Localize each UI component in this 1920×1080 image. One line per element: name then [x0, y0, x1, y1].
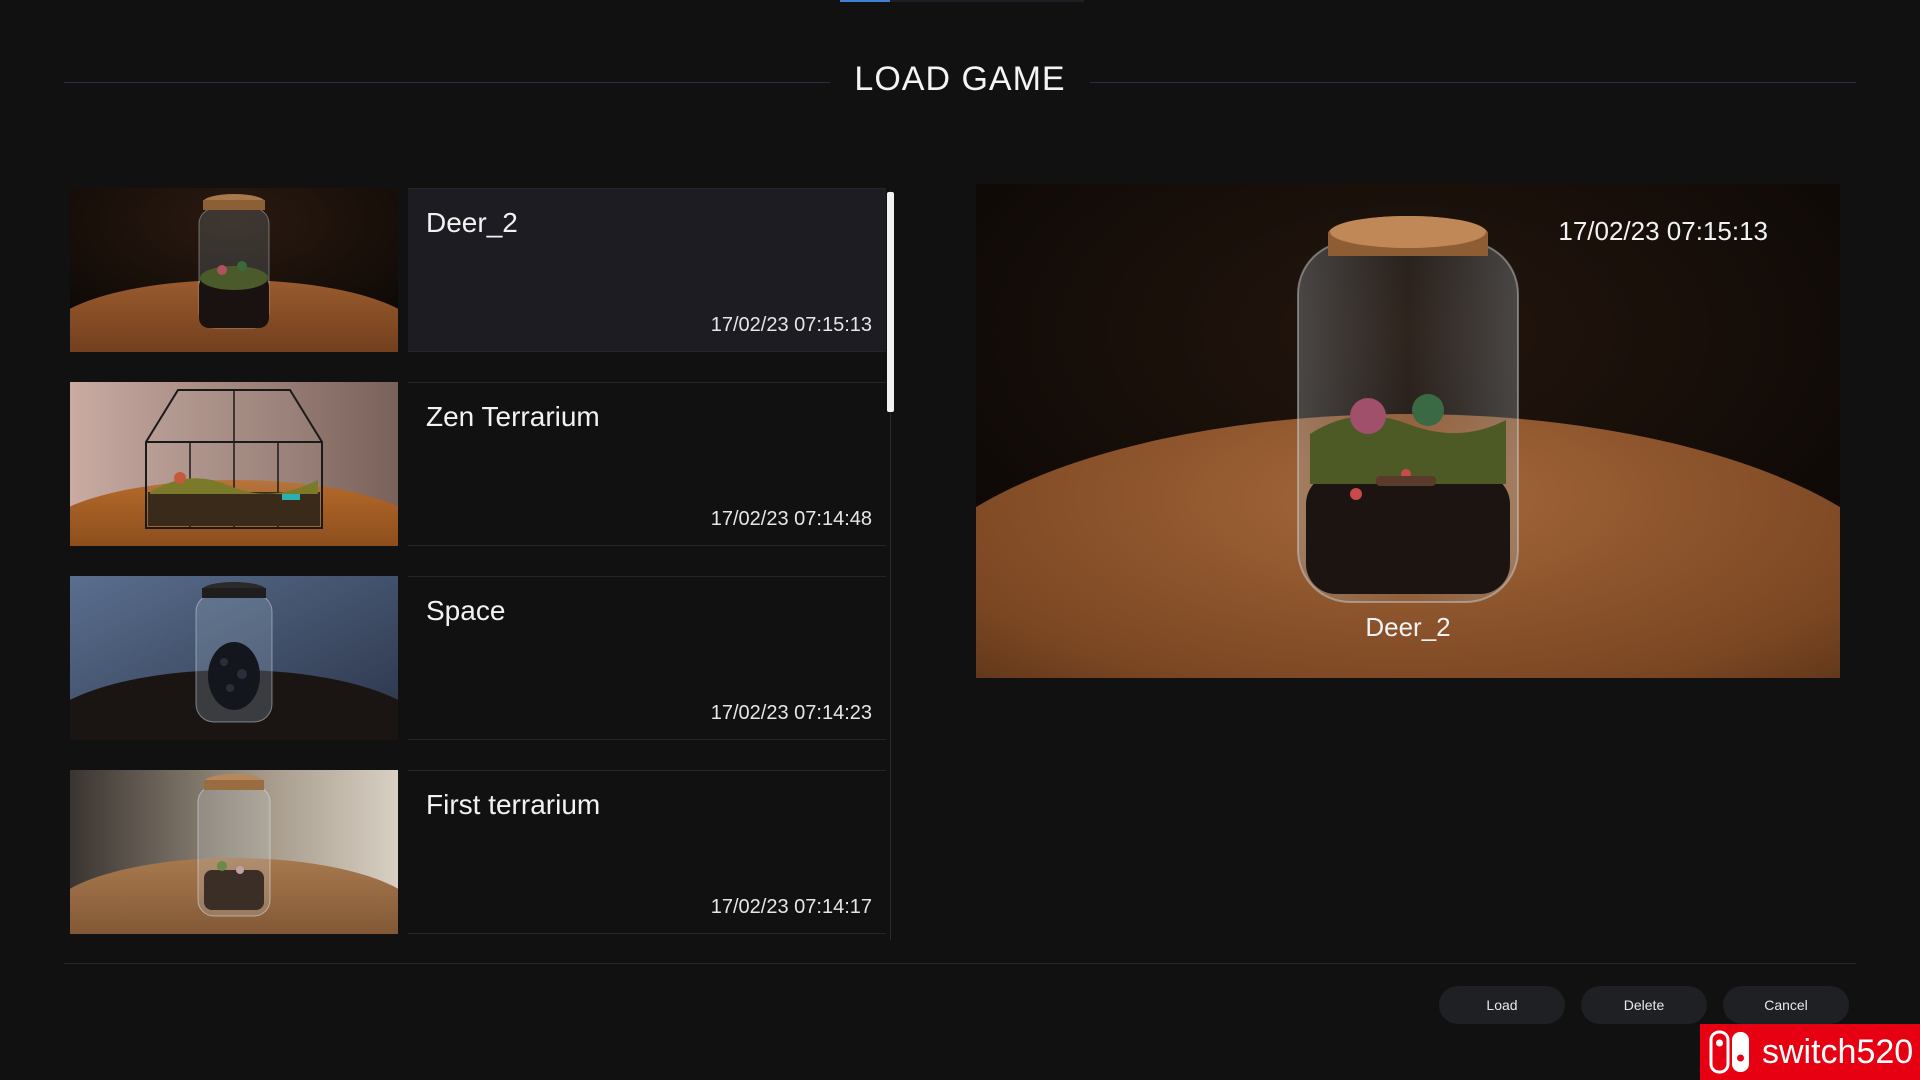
preview-image: [976, 184, 1840, 678]
save-slot[interactable]: First terrarium 17/02/23 07:14:17: [70, 770, 886, 934]
save-date: 17/02/23 07:15:13: [710, 314, 872, 336]
save-slot-info[interactable]: Zen Terrarium 17/02/23 07:14:48: [408, 382, 886, 546]
header-divider-right: [1090, 82, 1856, 83]
preview-name: Deer_2: [1365, 612, 1451, 642]
load-button[interactable]: Load: [1439, 986, 1565, 1024]
save-date: 17/02/23 07:14:17: [710, 896, 872, 918]
save-date: 17/02/23 07:14:23: [710, 702, 872, 724]
switch-logo-icon: [1709, 1030, 1749, 1074]
watermark: switch520: [1700, 1024, 1920, 1080]
top-tab-active-indicator: [840, 0, 890, 2]
preview-date: 17/02/23 07:15:13: [1558, 216, 1768, 246]
save-list-scrollbar-thumb[interactable]: [887, 192, 894, 412]
save-list[interactable]: Deer_2 17/02/23 07:15:13 Zen Terrarium 1…: [70, 188, 894, 940]
save-slot-info[interactable]: First terrarium 17/02/23 07:14:17: [408, 770, 886, 934]
delete-button[interactable]: Delete: [1581, 986, 1707, 1024]
save-name: Deer_2: [426, 207, 518, 238]
save-preview: 17/02/23 07:15:13 Deer_2: [976, 184, 1840, 678]
save-slot-info[interactable]: Space 17/02/23 07:14:23: [408, 576, 886, 740]
page-header: LOAD GAME: [64, 60, 1856, 106]
save-thumbnail-space-jar: [70, 576, 398, 740]
save-name: First terrarium: [426, 789, 601, 820]
header-divider-left: [64, 82, 830, 83]
save-name: Space: [426, 595, 506, 626]
save-slot[interactable]: Deer_2 17/02/23 07:15:13: [70, 188, 886, 352]
top-tab-bar[interactable]: [840, 0, 1084, 2]
save-date: 17/02/23 07:14:48: [710, 508, 872, 530]
cancel-button[interactable]: Cancel: [1723, 986, 1849, 1024]
save-thumbnail-first-jar: [70, 770, 398, 934]
save-slot-info[interactable]: Deer_2 17/02/23 07:15:13: [408, 188, 886, 352]
page-title: LOAD GAME: [854, 60, 1066, 98]
save-thumbnail-jar: [70, 188, 398, 352]
save-name: Zen Terrarium: [426, 401, 600, 432]
watermark-text: switch520: [1762, 1033, 1914, 1071]
save-thumbnail-glass-house: [70, 382, 398, 546]
footer-divider: [64, 963, 1856, 964]
save-slot[interactable]: Zen Terrarium 17/02/23 07:14:48: [70, 382, 886, 546]
save-slot[interactable]: Space 17/02/23 07:14:23: [70, 576, 886, 740]
